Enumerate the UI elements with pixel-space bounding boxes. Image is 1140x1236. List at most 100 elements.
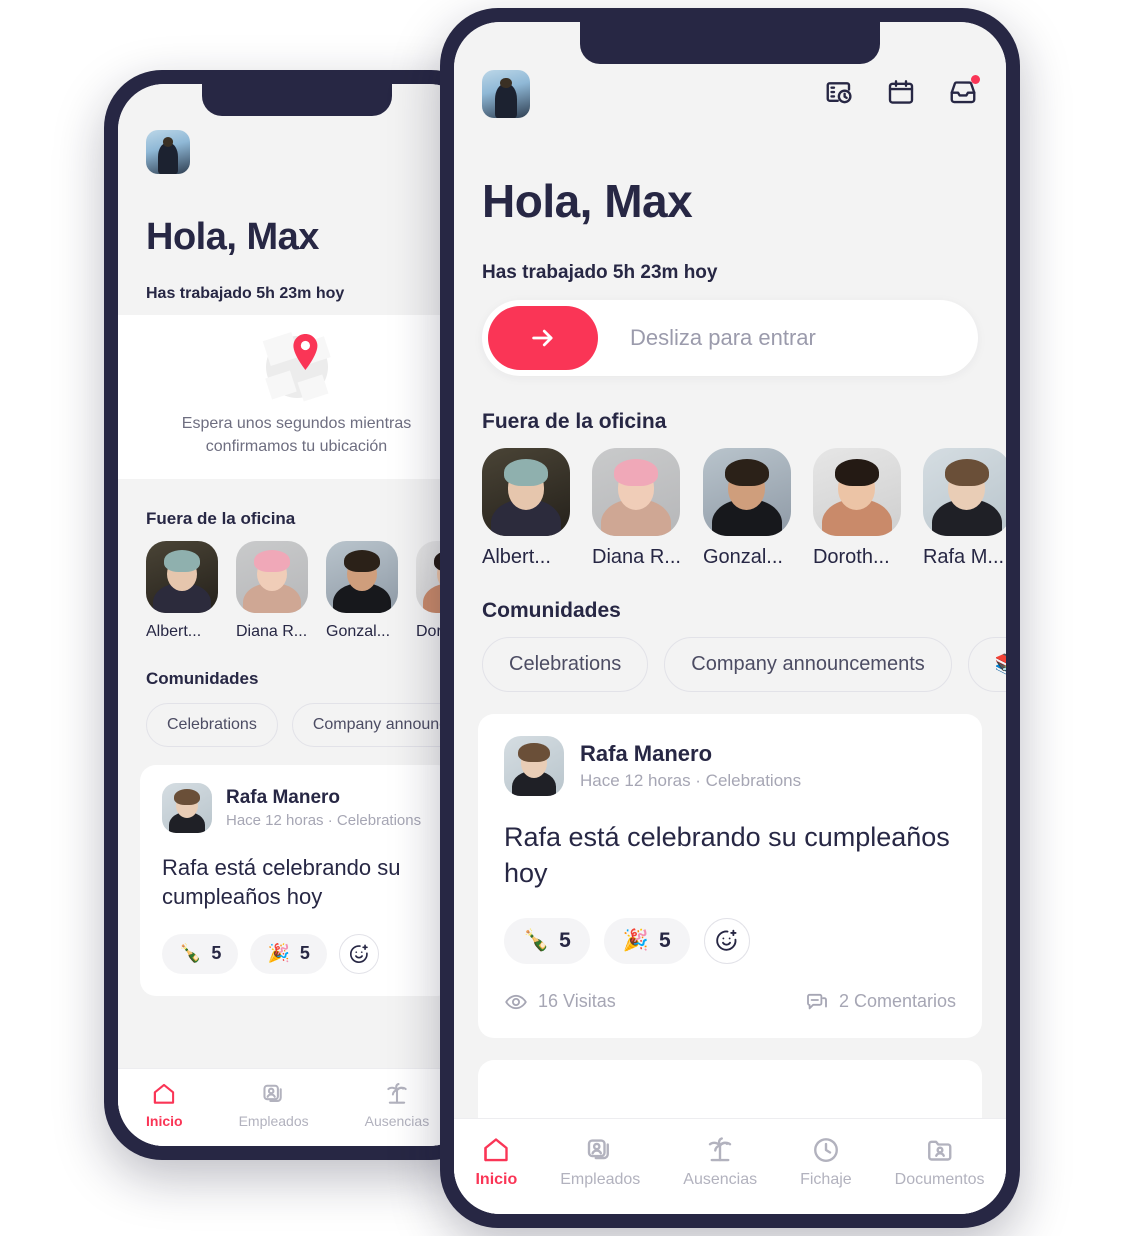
location-wait-line2: confirmamos tu ubicación (205, 438, 388, 455)
nav-item-ausencias[interactable]: Ausencias (683, 1135, 757, 1189)
post-reaction-emoji: 🍾 (523, 928, 550, 952)
user-avatar[interactable] (482, 70, 530, 118)
post-reaction-emoji: 🎉 (267, 943, 290, 963)
out-of-office-person[interactable]: Albert... (146, 541, 218, 641)
diana-photo[interactable] (236, 541, 308, 613)
nav-item-label: Ausencias (364, 1113, 430, 1129)
post-reaction-count: 5 (559, 928, 571, 952)
rafa-photo[interactable] (922, 448, 1006, 536)
post-reactions-row[interactable]: 🍾 5 🎉 5 (504, 917, 956, 964)
location-confirm-card: Espera unos segundos mientras confirmamo… (118, 315, 475, 479)
section-title-out-of-office: Fuera de la oficina (482, 410, 667, 433)
rafa-photo (504, 736, 564, 796)
post-reaction[interactable]: 🎉 5 (603, 917, 690, 964)
post-author-avatar[interactable] (504, 736, 564, 796)
bottom-nav[interactable]: Inicio Empleados Ausencias Fichaje Docum… (454, 1118, 1006, 1214)
out-of-office-person[interactable]: Rafa M... (922, 448, 1006, 569)
map-pin-icon (262, 331, 331, 402)
add-reaction-icon[interactable] (338, 933, 379, 974)
dorothy-photo[interactable] (812, 448, 901, 536)
comments-icon (807, 993, 827, 1010)
time-tracking-icon[interactable] (824, 77, 854, 112)
post-body-text: Rafa está celebrando su cumpleaños hoy (504, 822, 950, 888)
out-of-office-person-name: Doroth... (812, 546, 890, 568)
post-meta: Hace 12 horas · Celebrations (580, 771, 802, 790)
nav-item-documentos[interactable]: Documentos (894, 1135, 985, 1189)
user-avatar[interactable] (146, 130, 190, 174)
nav-item-ausencias[interactable]: Ausencias (364, 1081, 430, 1129)
post-reaction-emoji: 🎉 (622, 928, 649, 952)
post-author-name: Rafa Manero (226, 787, 341, 808)
community-chip[interactable]: 📚 Pro (967, 637, 1006, 692)
employees-icon (588, 1139, 610, 1160)
post-views: 16 Visitas (504, 990, 616, 1014)
post-reaction-count: 5 (299, 943, 310, 963)
out-of-office-person[interactable]: Albert... (482, 448, 570, 569)
out-of-office-people-row[interactable]: Albert... Diana R... Gonzal... D (146, 541, 475, 641)
post-comments[interactable]: 2 Comentarios (805, 990, 956, 1014)
out-of-office-person-name: Diana R... (236, 623, 308, 640)
out-of-office-person[interactable]: Gonzal... (702, 448, 791, 569)
clock-in-slider[interactable]: Desliza para entrar (482, 300, 978, 376)
nav-item-label: Inicio (475, 1171, 518, 1188)
inbox-icon[interactable] (948, 74, 980, 112)
gonzalo-photo[interactable] (326, 541, 398, 613)
community-chip[interactable]: Celebrations (146, 703, 278, 747)
phone-back-screen: Hola, Max Has trabajado 5h 23m hoy Esper… (118, 84, 475, 1146)
rafa-photo (922, 448, 1006, 536)
worked-hours-label: Has trabajado 5h 23m hoy (482, 262, 718, 283)
employees-icon (263, 1084, 282, 1102)
section-title-communities: Comunidades (146, 669, 259, 688)
community-chip[interactable]: Celebrations (482, 637, 649, 692)
nav-item-fichaje[interactable]: Fichaje (800, 1135, 852, 1189)
albert-photo[interactable] (146, 541, 218, 613)
page-title: Hola, Max (482, 175, 693, 227)
inbox-notification-badge (971, 74, 980, 84)
add-reaction-icon[interactable] (703, 917, 750, 964)
albert-photo (482, 448, 570, 536)
community-chip[interactable]: Company announcements (664, 637, 952, 692)
out-of-office-person[interactable]: Diana R... (236, 541, 308, 641)
communities-chips-row[interactable]: Celebrations Company announcements 📚 Pro (146, 703, 475, 747)
page-title: Hola, Max (146, 216, 319, 258)
nav-item-label: Empleados (560, 1171, 641, 1188)
diana-photo[interactable] (592, 448, 680, 536)
post-reaction[interactable]: 🍾 5 (504, 917, 590, 964)
albert-photo[interactable] (482, 448, 570, 536)
out-of-office-person-name: Diana R... (592, 546, 681, 568)
palm-tree-icon (709, 1137, 732, 1162)
nav-item-inicio[interactable]: Inicio (146, 1081, 183, 1129)
out-of-office-person[interactable]: Doroth... (812, 448, 901, 569)
post-header: Rafa Manero Hace 12 horas · Celebrations (504, 736, 956, 796)
nav-item-empleados[interactable]: Empleados (560, 1135, 640, 1189)
post-reaction[interactable]: 🎉 5 (250, 933, 327, 974)
phone-front-screen: Hola, Max Has trabajado 5h 23m hoy Desli… (454, 22, 1006, 1214)
gonzalo-photo[interactable] (702, 448, 791, 536)
post-reactions-row[interactable]: 🍾 5 🎉 5 (162, 933, 431, 974)
nav-item-label: Fichaje (800, 1171, 852, 1188)
gonzalo-photo (702, 448, 791, 536)
calendar-icon[interactable] (886, 77, 916, 112)
out-of-office-person-name: Albert... (146, 623, 202, 640)
out-of-office-person[interactable]: Diana R... (592, 448, 681, 569)
nav-item-inicio[interactable]: Inicio (475, 1135, 517, 1189)
post-reaction[interactable]: 🍾 5 (162, 933, 239, 974)
albert-photo (146, 541, 218, 613)
post-views-label: 16 Visitas (538, 991, 616, 1012)
communities-chips-row[interactable]: Celebrations Company announcements 📚 Pro (482, 637, 1006, 692)
post-card[interactable]: Rafa Manero Hace 12 horas · Celebrations… (140, 765, 453, 996)
post-author-avatar[interactable] (162, 783, 212, 833)
nav-item-label: Ausencias (683, 1171, 758, 1188)
phone-front: Hola, Max Has trabajado 5h 23m hoy Desli… (440, 8, 1020, 1228)
post-author-name: Rafa Manero (580, 741, 713, 766)
nav-item-empleados[interactable]: Empleados (239, 1081, 309, 1129)
bottom-nav-back[interactable]: Inicio Empleados Ausencias (118, 1068, 475, 1146)
phone-front-content: Hola, Max Has trabajado 5h 23m hoy Desli… (454, 22, 1006, 1214)
phone-back-notch (201, 84, 392, 116)
nav-item-label: Inicio (146, 1113, 183, 1129)
clock-in-slider-knob[interactable] (488, 306, 598, 370)
out-of-office-person[interactable]: Gonzal... (326, 541, 398, 641)
out-of-office-people-row[interactable]: Albert... Diana R... Gonzal... D (482, 448, 1006, 569)
nav-item-label: Documentos (894, 1171, 985, 1188)
post-card[interactable]: Rafa Manero Hace 12 horas · Celebrations… (478, 714, 982, 1038)
